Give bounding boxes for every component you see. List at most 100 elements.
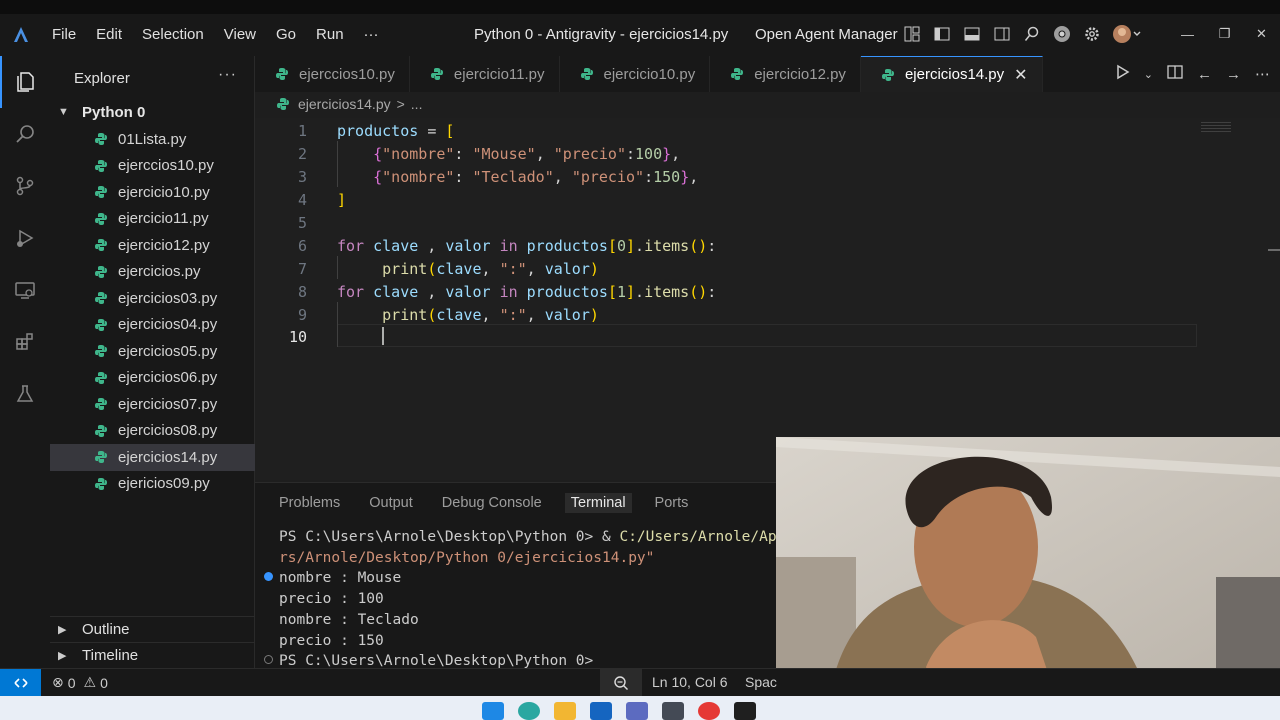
teams-icon[interactable]: [626, 702, 648, 720]
file-item[interactable]: ejercicios14.py: [50, 444, 255, 471]
source-control-icon[interactable]: [0, 160, 50, 212]
more-actions-icon[interactable]: ⋯: [1255, 65, 1270, 83]
breadcrumb-file[interactable]: ejercicios14.py: [298, 96, 391, 112]
top-strip: [0, 0, 1280, 14]
line-number: 9: [297, 305, 307, 324]
tab-ports[interactable]: Ports: [655, 493, 689, 513]
tab-ejercicio10[interactable]: ejercicio10.py: [560, 56, 711, 92]
file-explorer-icon[interactable]: [554, 702, 576, 720]
cursor-position[interactable]: Ln 10, Col 6: [652, 674, 728, 690]
timeline-section[interactable]: ▶ Timeline: [50, 642, 255, 668]
tab-ejercicio11[interactable]: ejercicio11.py: [410, 56, 560, 92]
edge-icon[interactable]: [518, 702, 540, 720]
search-icon[interactable]: [1022, 24, 1042, 44]
file-item[interactable]: ejercicio11.py: [50, 206, 255, 233]
tab-output[interactable]: Output: [369, 493, 413, 513]
text-cursor: [382, 327, 384, 345]
run-debug-icon[interactable]: [0, 212, 50, 264]
store-icon[interactable]: [590, 702, 612, 720]
file-name: ejercicios14.py: [118, 448, 218, 466]
file-item[interactable]: ejercicios07.py: [50, 391, 255, 418]
remote-explorer-icon[interactable]: [0, 264, 50, 316]
tab-terminal[interactable]: Terminal: [564, 493, 632, 513]
layout-icon[interactable]: [902, 24, 922, 44]
minimize-icon[interactable]: —: [1169, 20, 1206, 48]
menu-more[interactable]: ···: [354, 24, 389, 45]
line-number: 7: [297, 259, 307, 278]
file-name: ejercicios05.py: [118, 342, 218, 360]
toggle-sidebar-icon[interactable]: [932, 24, 952, 44]
explorer-more-actions[interactable]: ···: [218, 66, 237, 84]
arrow-right-icon[interactable]: →: [1226, 66, 1241, 83]
file-item[interactable]: ejercicio12.py: [50, 232, 255, 259]
restore-icon[interactable]: ❐: [1206, 20, 1243, 48]
app-icon[interactable]: [662, 702, 684, 720]
file-item[interactable]: ejercicios08.py: [50, 418, 255, 445]
minimap[interactable]: [1201, 122, 1231, 132]
python-file-icon: [95, 451, 107, 464]
folder-python-0[interactable]: ▼ Python 0: [50, 100, 255, 124]
title-actions: [902, 24, 1142, 44]
file-item[interactable]: ejercicios03.py: [50, 285, 255, 312]
file-item[interactable]: ejercicios05.py: [50, 338, 255, 365]
file-item[interactable]: ejercicios.py: [50, 259, 255, 286]
menu-view[interactable]: View: [214, 24, 266, 45]
line-number: 8: [297, 282, 307, 301]
zoom-icon[interactable]: [600, 669, 642, 697]
outline-label: Outline: [82, 621, 130, 638]
chevron-down-icon[interactable]: ⌄: [1144, 68, 1153, 81]
split-editor-icon[interactable]: [1167, 64, 1183, 84]
chrome-taskbar-icon[interactable]: [698, 702, 720, 720]
explorer-icon[interactable]: [0, 56, 50, 108]
file-item[interactable]: ejercicios06.py: [50, 365, 255, 392]
windows-start-icon[interactable]: [482, 702, 504, 720]
search-icon[interactable]: [0, 108, 50, 160]
code-text: productos = [: [337, 121, 455, 140]
file-item[interactable]: ejercicios04.py: [50, 312, 255, 339]
error-count: 0: [67, 674, 76, 691]
terminal-output[interactable]: PS C:\Users\Arnole\Desktop\Python 0> & C…: [279, 527, 777, 672]
close-window-icon[interactable]: ✕: [1243, 20, 1280, 48]
file-item[interactable]: ejercicio10.py: [50, 179, 255, 206]
extensions-icon[interactable]: [0, 316, 50, 368]
scrollbar-marker: [1268, 249, 1280, 251]
code-editor[interactable]: 1 productos = [ 2 {"nombre": "Mouse", "p…: [255, 118, 1280, 480]
file-item[interactable]: ejerccios10.py: [50, 153, 255, 180]
close-tab-icon[interactable]: ✕: [1014, 65, 1027, 85]
editor-tabs: ejerccios10.py ejercicio11.py ejercicio1…: [255, 56, 1280, 92]
menu-edit[interactable]: Edit: [86, 24, 132, 45]
tab-ejercicio12[interactable]: ejercicio12.py: [710, 56, 861, 92]
tab-label: ejercicio12.py: [754, 65, 846, 83]
file-item[interactable]: ejericios09.py: [50, 471, 255, 498]
problems-indicator[interactable]: ⊗ 0 ⚠ 0: [52, 674, 108, 691]
file-item[interactable]: 01Lista.py: [50, 126, 255, 153]
antigravity-taskbar-icon[interactable]: [734, 702, 756, 720]
testing-flask-icon[interactable]: [0, 368, 50, 420]
python-file-icon: [731, 68, 744, 80]
toggle-secondary-sidebar-icon[interactable]: [992, 24, 1012, 44]
toggle-panel-icon[interactable]: [962, 24, 982, 44]
remote-indicator-icon[interactable]: [0, 669, 41, 697]
tab-problems[interactable]: Problems: [279, 493, 340, 513]
run-file-icon[interactable]: [1116, 64, 1130, 84]
account-avatar-icon[interactable]: [1112, 24, 1142, 44]
tab-ejerccios10[interactable]: ejerccios10.py: [255, 56, 410, 92]
chrome-icon[interactable]: [1052, 24, 1072, 44]
arrow-left-icon[interactable]: ←: [1197, 66, 1212, 83]
menu-file[interactable]: File: [42, 24, 86, 45]
open-agent-manager-button[interactable]: Open Agent Manager: [755, 26, 898, 43]
code-line: 6 for clave , valor in productos[0].item…: [255, 234, 1280, 257]
menu-run[interactable]: Run: [306, 24, 354, 45]
menu-selection[interactable]: Selection: [132, 24, 214, 45]
tab-ejercicios14[interactable]: ejercicios14.py ✕: [860, 56, 1043, 92]
tab-debug-console[interactable]: Debug Console: [442, 493, 542, 513]
outline-section[interactable]: ▶ Outline: [50, 616, 255, 642]
tab-label: ejercicios14.py: [904, 66, 1005, 83]
breadcrumb-more[interactable]: ...: [411, 96, 423, 112]
terminal-line: precio : 100: [279, 591, 384, 608]
breadcrumb: ejercicios14.py > ...: [276, 96, 422, 112]
indentation-setting[interactable]: Spac: [745, 674, 777, 690]
menu-go[interactable]: Go: [266, 24, 306, 45]
settings-gear-icon[interactable]: [1082, 24, 1102, 44]
explorer-sidebar: Explorer ··· ▼ Python 0 01Lista.py ejercc…: [50, 56, 255, 668]
